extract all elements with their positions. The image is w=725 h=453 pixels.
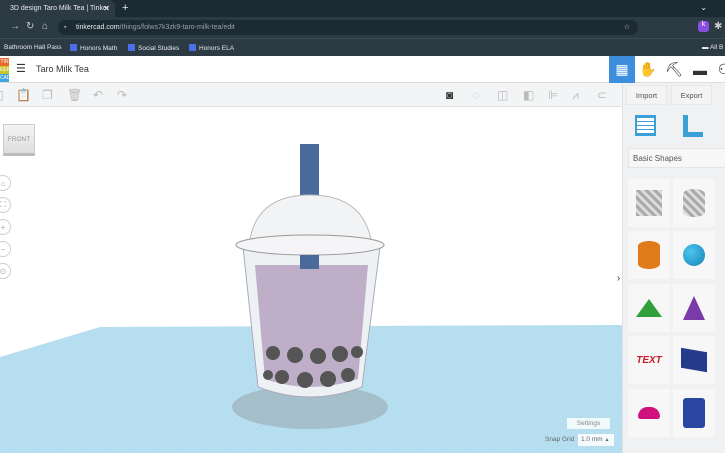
tab-title: 3D design Taro Milk Tea | Tinker [10,5,110,12]
extensions-puzzle-icon[interactable]: ✱ [714,21,722,32]
url-input[interactable]: tinkercad.com/things/folws7k3zk9-taro-mi… [58,20,638,35]
extension-icon[interactable]: k [698,21,709,32]
align-icon[interactable]: ⊫ [548,88,558,102]
shape-wedge[interactable] [673,336,715,384]
shape-roof[interactable] [628,284,670,332]
scene [0,144,622,453]
logo-letters: CAD [0,74,11,82]
new-tab-button[interactable]: + [122,2,128,14]
logo-letters: KER [0,66,11,74]
shape-category-select[interactable]: Basic Shapes [628,148,725,168]
bookmark-icon [189,44,196,51]
bookmarks-bar: Bathroom Hall Pass Honors Math Social St… [0,38,725,56]
forward-icon[interactable]: → [10,21,20,32]
shape-cylinder[interactable] [628,231,670,279]
shape-box[interactable] [628,179,670,227]
workplane-tool-icon[interactable] [635,115,656,136]
address-bar-row: → ↻ ⌂ tinkercad.com/things/folws7k3zk9-t… [0,17,725,38]
snap-grid-value: 1.0 mm [581,436,603,443]
tinkercad-logo[interactable]: TIN KER CAD [0,58,11,82]
light-bulb-icon[interactable]: ◌ [472,88,479,102]
shape-cylinder-hole[interactable] [673,179,715,227]
logo-letters: TIN [0,58,9,66]
circuits-hand-icon[interactable]: ✋ [635,56,661,83]
shapes-panel: Import Export Basic Shapes TEXT [622,83,725,453]
bookmark[interactable]: Honors Math [70,44,117,52]
delete-icon[interactable]: 🗑 [67,88,82,102]
shape-sphere[interactable] [673,231,715,279]
bookmark[interactable]: Bathroom Hall Pass [4,44,61,51]
app-header: ☰ Taro Milk Tea ▦ ✋ ⛏ ▬ ⚇ [0,56,725,83]
bookmark-label: Honors Math [80,45,118,52]
close-tab-icon[interactable]: ✕ [103,4,110,13]
import-button[interactable]: Import [626,85,667,105]
all-bookmarks[interactable]: ▬ All B [702,44,723,51]
undo-icon[interactable]: ↶ [93,88,103,102]
bookmark-label: Social Studies [138,45,180,52]
all-bookmarks-label: All B [709,44,724,51]
reload-icon[interactable]: ↻ [26,21,34,32]
browser-tab[interactable]: 3D design Taro Milk Tea | Tinker ✕ [0,0,115,17]
shape-polygon[interactable] [673,389,715,437]
tab-search-icon[interactable]: ⌄ [700,3,707,12]
bookmark-label: Honors ELA [199,45,235,52]
view-cube-label: FRONT [7,135,31,143]
snap-grid-label: Snap Grid [545,436,575,443]
design-title[interactable]: Taro Milk Tea [36,64,89,74]
group-icon[interactable]: ◫ [497,88,508,102]
settings-button[interactable]: Settings [567,418,610,429]
shape-text[interactable]: TEXT [628,336,670,384]
notes-icon[interactable]: ◙ [446,88,453,102]
bricks-icon[interactable]: ▬ [687,56,713,83]
ruler-tool-icon[interactable] [683,115,703,137]
mirror-icon[interactable]: ⩘ [572,88,579,103]
bookmark-star-icon[interactable]: ☆ [624,20,630,35]
bookmark[interactable]: Honors ELA [189,44,234,52]
design-list-icon[interactable]: ☰ [16,62,26,75]
browser-tab-strip: 3D design Taro Milk Tea | Tinker ✕ + ⌄ [0,0,725,17]
shape-cone[interactable] [673,284,715,332]
redo-icon[interactable]: ↷ [117,88,127,102]
pickaxe-icon[interactable]: ⛏ [661,56,687,83]
url-host: tinkercad.com [76,24,120,31]
edit-toolbar: ▯ 📋 ❐ 🗑 ↶ ↷ ◙ ◌ ◫ ◧ ⊫ ⩘ ⊂ [0,83,622,107]
taro-milk-tea-model[interactable] [235,144,385,398]
view-cube[interactable]: FRONT [3,124,35,156]
duplicate-icon[interactable]: ❐ [42,88,53,102]
3d-view-grid-icon[interactable]: ▦ [609,56,635,83]
shape-half-sphere[interactable] [628,389,670,437]
cruise-magnet-icon[interactable]: ⊂ [597,88,607,102]
bookmark-icon [128,44,135,51]
home-icon[interactable]: ⌂ [42,21,48,32]
user-icon[interactable]: ⚇ [711,56,725,83]
snap-grid-select[interactable]: 1.0 mm ▲ [578,434,614,446]
lock-icon: ▪ [64,24,67,31]
bookmark[interactable]: Social Studies [128,44,179,52]
ungroup-icon[interactable]: ◧ [523,88,534,102]
paste-icon[interactable]: 📋 [16,88,31,102]
url-path: /things/folws7k3zk9-taro-milk-tea/edit [119,24,235,31]
copy-icon[interactable]: ▯ [0,88,4,102]
3d-workplane-view[interactable]: FRONT ⌂ ⛶ + − ⊙ [0,107,622,453]
export-button[interactable]: Export [671,85,712,105]
dropdown-caret-icon: ▲ [604,437,610,443]
bookmark-icon [70,44,77,51]
